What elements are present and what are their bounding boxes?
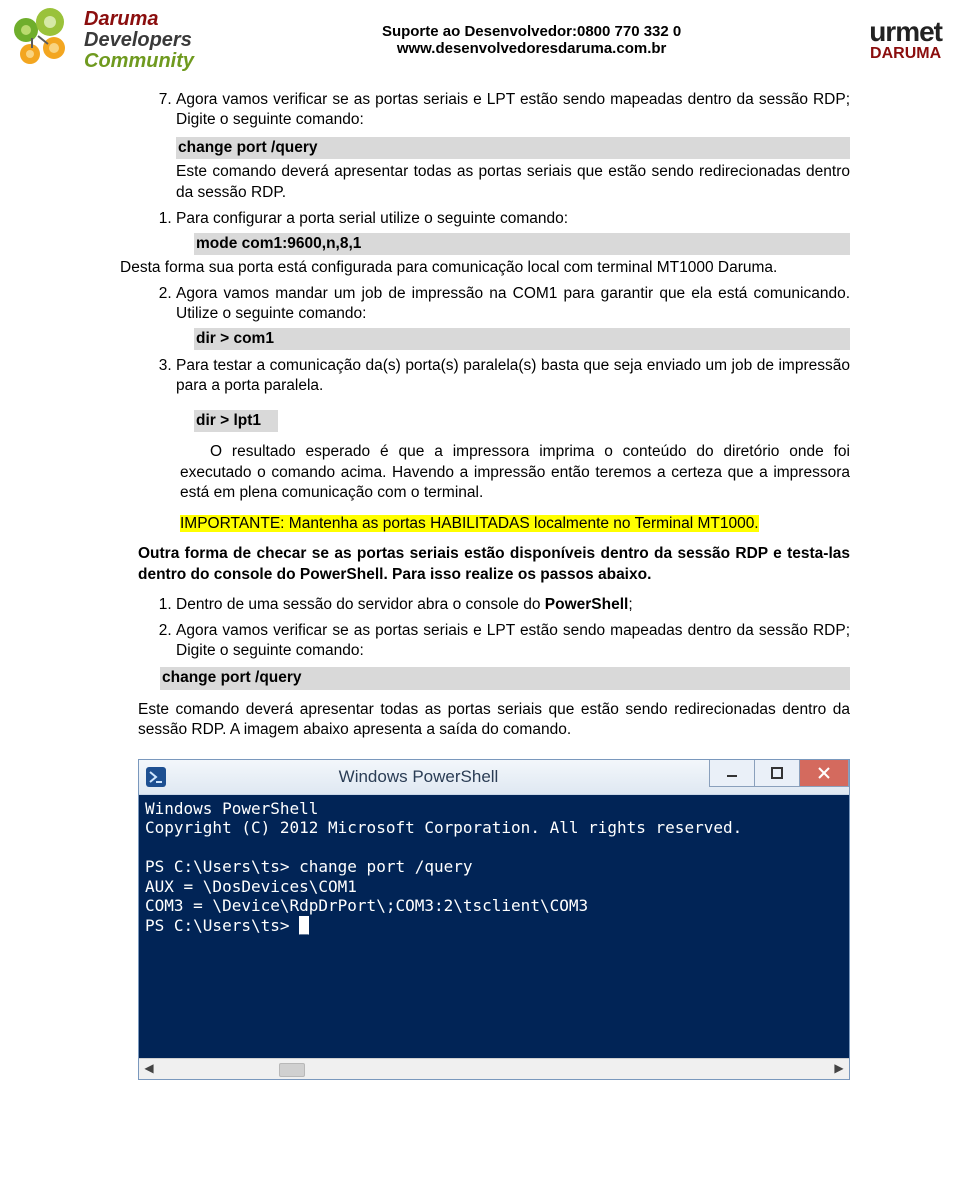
cmd-mode-com1: mode com1:9600,n,8,1 xyxy=(194,233,850,255)
window-buttons xyxy=(710,760,849,794)
cmd-dir-com1: dir > com1 xyxy=(194,328,850,350)
sub-step-list: Para configurar a porta serial utilize o… xyxy=(138,209,850,350)
maximize-button[interactable] xyxy=(754,760,800,787)
page-header: Daruma Developers Community Suporte ao D… xyxy=(0,0,960,76)
brand-urmet: urmet xyxy=(869,18,942,46)
cmd-dir-lpt1: dir > lpt1 xyxy=(194,410,278,432)
sub1-followup: Desta forma sua porta está configurada p… xyxy=(120,258,850,278)
brand-daruma: DARUMA xyxy=(870,46,941,62)
ps-step-2: Agora vamos verificar se as portas seria… xyxy=(176,621,850,662)
cmd-change-port-query-2: change port /query xyxy=(160,667,850,689)
sub-step-2: Agora vamos mandar um job de impressão n… xyxy=(176,284,850,350)
close-button[interactable] xyxy=(799,760,849,787)
powershell-console[interactable]: Windows PowerShell Copyright (C) 2012 Mi… xyxy=(139,795,849,1058)
sub-step-1: Para configurar a porta serial utilize o… xyxy=(176,209,850,278)
support-url: www.desenvolvedoresdaruma.com.br xyxy=(382,40,681,57)
after-cmd-paragraph: Este comando deverá apresentar todas as … xyxy=(138,700,850,741)
logo-word-developers: Developers xyxy=(84,30,194,51)
daruma-community-logo: Daruma Developers Community xyxy=(8,8,194,72)
powershell-alt-method: Outra forma de checar se as portas seria… xyxy=(138,544,850,585)
step-list-7: Agora vamos verificar se as portas seria… xyxy=(138,90,850,131)
support-phone: Suporte ao Desenvolvedor:0800 770 332 0 xyxy=(382,23,681,40)
sub-step-3: Para testar a comunicação da(s) porta(s)… xyxy=(176,356,850,432)
scroll-left-arrow-icon[interactable]: ◀ xyxy=(139,1059,159,1079)
important-note: IMPORTANTE: Mantenha as portas HABILITAD… xyxy=(180,514,850,534)
scroll-thumb[interactable] xyxy=(279,1063,305,1077)
block-change-port: change port /query Este comando deverá a… xyxy=(176,137,850,203)
minimize-icon xyxy=(725,766,739,780)
logo-word-community: Community xyxy=(84,51,194,72)
horizontal-scrollbar[interactable]: ◀ ▶ xyxy=(139,1058,849,1079)
urmet-daruma-logo: urmet DARUMA xyxy=(869,18,942,62)
ps-step-list: Dentro de uma sessão do servidor abra o … xyxy=(138,595,850,661)
close-icon xyxy=(817,766,831,780)
sub-step-3-list: Para testar a comunicação da(s) porta(s)… xyxy=(138,356,850,432)
cmd-change-port-query: change port /query xyxy=(176,137,850,159)
document-page: Daruma Developers Community Suporte ao D… xyxy=(0,0,960,1100)
maximize-icon xyxy=(770,766,784,780)
scroll-track[interactable] xyxy=(159,1062,829,1076)
important-highlight: IMPORTANTE: Mantenha as portas HABILITAD… xyxy=(180,515,759,532)
step-7: Agora vamos verificar se as portas seria… xyxy=(176,90,850,131)
powershell-title: Windows PowerShell xyxy=(127,766,710,788)
ddc-logo-icon xyxy=(8,8,78,72)
text-after-change-port: Este comando deverá apresentar todas as … xyxy=(176,162,850,203)
powershell-window: Windows PowerShell Wi xyxy=(138,759,850,1080)
minimize-button[interactable] xyxy=(709,760,755,787)
scroll-right-arrow-icon[interactable]: ▶ xyxy=(829,1059,849,1079)
document-body: Agora vamos verificar se as portas seria… xyxy=(0,90,960,1080)
powershell-titlebar: Windows PowerShell xyxy=(139,760,849,795)
block-change-port-2: change port /query xyxy=(160,667,850,689)
console-cursor: _ xyxy=(299,916,309,935)
logo-word-daruma: Daruma xyxy=(84,9,194,30)
support-contact: Suporte ao Desenvolvedor:0800 770 332 0 … xyxy=(382,23,681,57)
ps-step-1: Dentro de uma sessão do servidor abra o … xyxy=(176,595,850,615)
result-paragraph: O resultado esperado é que a impressora … xyxy=(180,442,850,503)
